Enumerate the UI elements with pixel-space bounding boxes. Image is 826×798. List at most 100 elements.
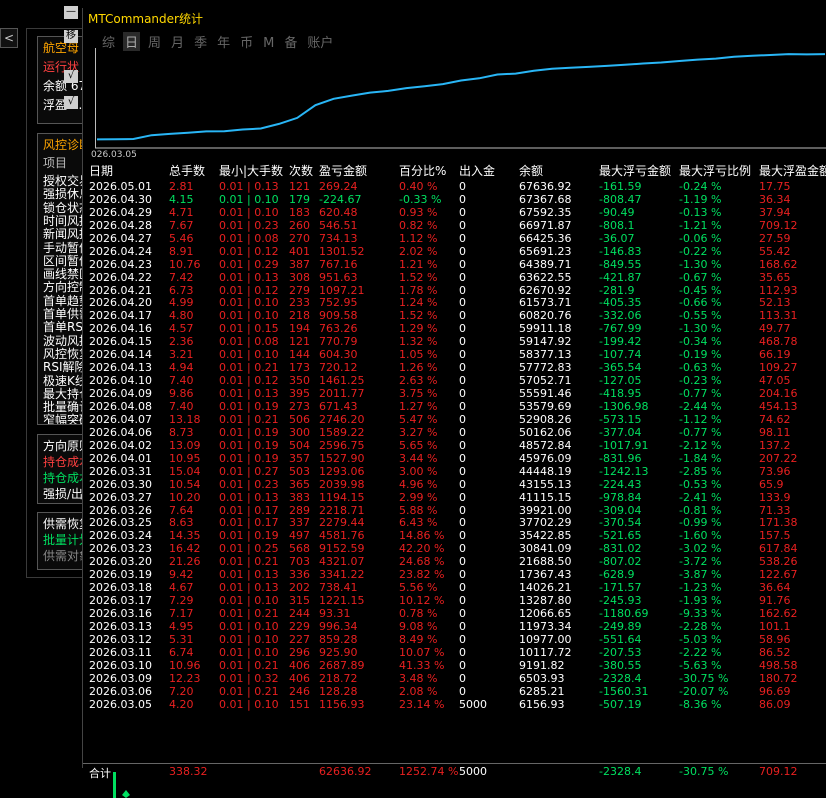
table-cell: 279 [289,283,310,297]
table-cell: 2026.04.24 [89,244,152,258]
table-cell: 9191.82 [519,658,565,672]
side-tiny-button[interactable]: √ [64,96,78,109]
column-header[interactable]: 百分比% [399,165,446,178]
side-tiny-button[interactable]: √ [64,70,78,83]
column-header[interactable]: 最小|大手数 [219,165,283,178]
table-cell: 1.52 % [399,270,438,284]
collapse-panel-button[interactable]: < [0,28,18,48]
column-header[interactable]: 出入金 [459,165,495,178]
table-cell: 1.05 % [399,348,438,362]
column-header[interactable]: 盈亏金额 [319,165,367,178]
table-cell: 227 [289,632,310,646]
table-cell: 2026.04.10 [89,374,152,388]
table-cell: 47.05 [759,374,791,388]
table-cell: 0.01 | 0.10 [219,348,279,362]
table-cell: 0.01 | 0.19 [219,529,279,543]
table-cell: 14.35 [169,529,201,543]
table-cell: 0.01 | 0.13 [219,490,279,504]
table-cell: 0 [459,425,466,439]
side-tiny-button[interactable]: — [64,6,78,19]
table-cell: 6.74 [169,645,194,659]
table-cell: 0.01 | 0.21 [219,412,279,426]
table-cell: 122.67 [759,568,798,582]
table-cell: 0.01 | 0.27 [219,464,279,478]
table-cell: 0.01 | 0.13 [219,581,279,595]
table-cell: 2026.03.11 [89,645,152,659]
table-row: 2026.04.13 4.94 0.01 | 0.21 173 720.12 1.26 %… [83,361,826,374]
table-cell: -3.02 % [679,542,722,556]
table-row: 2026.03.20 21.26 0.01 | 0.21 703 4321.07 24.6… [83,555,826,568]
table-cell: 2026.03.19 [89,568,152,582]
table-cell: 0 [459,309,466,323]
table-cell: 58.96 [759,632,791,646]
table-cell: -20.07 % [679,684,729,698]
table-cell: 194 [289,322,310,336]
table-cell: -0.99 % [679,516,722,530]
table-row: 2026.03.05 4.20 0.01 | 0.10 151 1156.93 23.14… [83,698,826,711]
table-cell: 308 [289,270,310,284]
table-cell: 0.01 | 0.13 [219,270,279,284]
table-cell: -767.99 [599,322,642,336]
table-cell: 2.99 % [399,490,438,504]
column-header[interactable]: 余额 [519,165,543,178]
table-cell: 0.01 | 0.08 [219,335,279,349]
table-cell: 0 [459,477,466,491]
table-cell: 16.42 [169,542,201,556]
column-header[interactable]: 次数 [289,165,313,178]
table-row: 2026.03.23 16.42 0.01 | 0.25 568 9152.59 42.2… [83,542,826,555]
table-row: 2026.04.02 13.09 0.01 | 0.19 504 2596.75 5.65… [83,439,826,452]
table-cell: 204.16 [759,387,798,401]
table-cell: 2026.04.07 [89,412,152,426]
table-cell: 86.52 [759,645,791,659]
table-cell: -0.63 % [679,361,722,375]
table-row: 2026.04.21 6.73 0.01 | 0.12 279 1097.21 1.78 … [83,284,826,297]
column-header[interactable]: 最大浮盈金额 [759,165,826,178]
table-cell: 5.47 % [399,412,438,426]
table-cell: 671.43 [319,399,358,413]
table-cell: 0.01 | 0.10 [219,309,279,323]
table-cell: 0.01 | 0.21 [219,607,279,621]
table-cell: 0 [459,645,466,659]
table-cell: 9.42 [169,568,194,582]
table-cell: 5.65 % [399,438,438,452]
table-cell: 0.01 | 0.23 [219,218,279,232]
table-cell: -0.81 % [679,503,722,517]
table-cell: 0 [459,555,466,569]
column-header[interactable]: 日期 [89,165,113,178]
table-row: 2026.03.09 12.23 0.01 | 0.32 406 218.72 3.48 … [83,672,826,685]
table-cell: 162.62 [759,607,798,621]
total-cell: 5000 [459,765,487,778]
table-cell: 738.41 [319,581,358,595]
table-cell: 24.68 % [399,555,445,569]
table-cell: 0 [459,387,466,401]
table-cell: 0 [459,671,466,685]
column-header[interactable]: 最大浮亏比例 [679,165,751,178]
table-cell: 0 [459,503,466,517]
table-cell: 2026.04.06 [89,425,152,439]
table-cell: 93.31 [319,607,351,621]
table-cell: -1560.31 [599,684,649,698]
table-cell: 454.13 [759,399,798,413]
table-cell: -1.23 % [679,581,722,595]
table-cell: 55.42 [759,244,791,258]
table-cell: 1.32 % [399,335,438,349]
table-cell: 14.86 % [399,529,445,543]
table-row: 2026.04.09 9.86 0.01 | 0.13 395 2011.77 3.75 … [83,387,826,400]
table-cell: 59911.18 [519,322,572,336]
column-header[interactable]: 总手数 [169,165,205,178]
table-cell: 3341.22 [319,568,365,582]
column-header[interactable]: 最大浮亏金额 [599,165,671,178]
side-tiny-button[interactable]: 移 [64,30,78,43]
table-cell: 0 [459,205,466,219]
table-cell: -808.47 [599,192,642,206]
table-cell: 10.96 [169,658,201,672]
table-cell: 0 [459,399,466,413]
table-cell: 859.28 [319,632,358,646]
table-cell: 35.65 [759,270,791,284]
table-cell: 1194.15 [319,490,365,504]
table-row: 2026.03.13 4.95 0.01 | 0.10 229 996.34 9.08 %… [83,620,826,633]
table-cell: 2.63 % [399,374,438,388]
table-cell: 59147.92 [519,335,572,349]
table-cell: 0 [459,218,466,232]
table-row: 2026.04.06 8.73 0.01 | 0.19 300 1589.22 3.27 … [83,426,826,439]
